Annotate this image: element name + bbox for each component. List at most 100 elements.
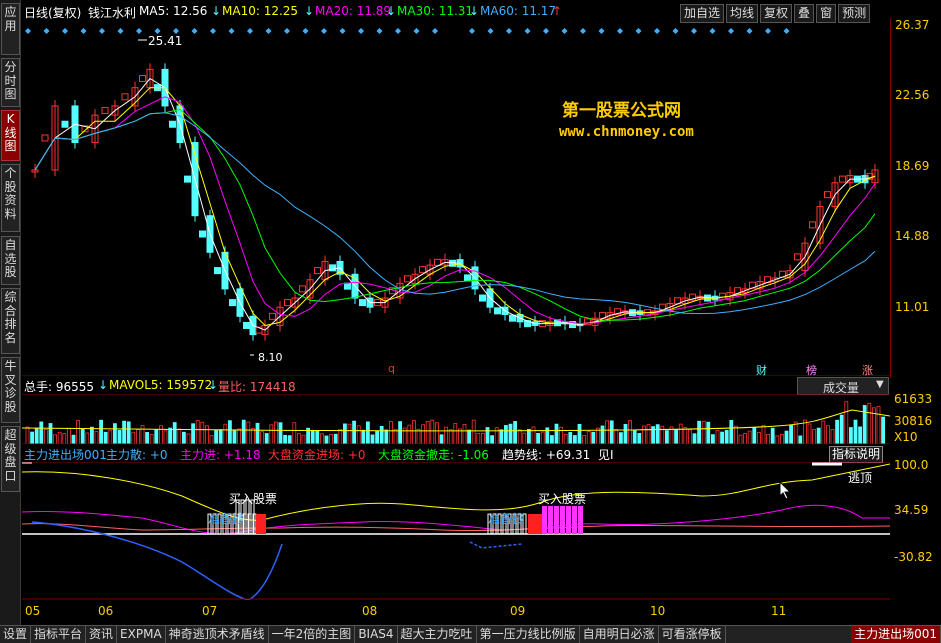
- volume-bar: [591, 431, 596, 444]
- ma30-arrow-icon: ↓: [469, 4, 480, 18]
- left-tab-0[interactable]: 应用: [1, 3, 20, 55]
- bottom-tab-5[interactable]: 一年2倍的主图: [269, 626, 356, 643]
- volume-bar: [204, 425, 209, 444]
- price-tick: 22.56: [895, 88, 930, 102]
- candle: [214, 267, 221, 275]
- bottom-tab-11[interactable]: 主力进出场001: [851, 626, 941, 643]
- volume-bar: [803, 419, 807, 444]
- volume-bar: [287, 435, 292, 444]
- bottom-tab-3[interactable]: EXPMA: [117, 626, 166, 643]
- volume-bar: [619, 432, 623, 444]
- volume-bar: [333, 433, 338, 444]
- volume-bar: [361, 429, 366, 444]
- trend-line: [22, 463, 890, 521]
- volume-bar: [720, 431, 724, 444]
- volume-bar: [683, 427, 688, 444]
- event-diamond-icon: [635, 28, 642, 34]
- volume-bar: [517, 429, 522, 444]
- bottom-tab-6[interactable]: BIAS4: [355, 626, 398, 643]
- left-tab-3[interactable]: 个股资料: [1, 164, 20, 232]
- volume-bar: [375, 430, 380, 444]
- marker-rise[interactable]: 涨: [862, 362, 873, 378]
- volume-bar: [131, 431, 136, 444]
- marker-finance[interactable]: 财: [756, 362, 767, 378]
- volume-bar: [227, 420, 232, 444]
- left-tab-4[interactable]: 自选股: [1, 236, 20, 285]
- volume-bar: [646, 424, 651, 444]
- left-tab-5[interactable]: 综合排名: [1, 288, 20, 354]
- volume-bar: [172, 422, 177, 444]
- volume-bar: [39, 421, 44, 444]
- event-diamond-icon: [487, 28, 494, 34]
- volume-selector[interactable]: 成交量 ▼: [797, 377, 889, 395]
- bottom-tab-0[interactable]: 设置: [0, 626, 32, 643]
- candle: [169, 120, 176, 128]
- bottom-tab-8[interactable]: 第一压力线比例版: [477, 626, 580, 643]
- ma30-value: MA30: 11.31: [397, 4, 474, 18]
- volume-bar: [729, 419, 734, 444]
- volume-bar: [876, 406, 881, 444]
- volume-bar: [660, 425, 665, 444]
- marker-rank[interactable]: 榜: [806, 362, 817, 378]
- volume-bar: [200, 421, 205, 444]
- volume-bar: [232, 429, 237, 444]
- volume-bar: [568, 432, 573, 444]
- bottom-tab-4[interactable]: 神奇逃顶术矛盾线: [166, 626, 269, 643]
- candle: [464, 274, 471, 282]
- candle: [121, 93, 129, 101]
- event-diamond-icon: [339, 28, 346, 34]
- date-tick: 08: [362, 604, 378, 618]
- volume-bar: [867, 402, 872, 444]
- volume-bar: [793, 421, 798, 444]
- marker-q[interactable]: q: [388, 362, 395, 375]
- left-tab-6[interactable]: 牛叉诊股: [1, 357, 20, 423]
- volume-bar: [283, 435, 288, 444]
- volume-chart[interactable]: [22, 394, 890, 444]
- volume-bar: [181, 431, 186, 444]
- ma5-value: MA5: 12.56: [139, 4, 208, 18]
- volume-bar: [586, 431, 591, 444]
- indicator-tick: 34.59: [894, 503, 929, 517]
- kline-price-chart[interactable]: [22, 20, 890, 376]
- volume-bar: [30, 431, 35, 444]
- bottom-tab-7[interactable]: 超大主力吃吐: [398, 626, 477, 643]
- candle: [243, 321, 250, 329]
- event-diamond-icon: [580, 28, 586, 34]
- indicator-explain-button[interactable]: 指标说明: [829, 446, 883, 463]
- candle: [359, 299, 366, 307]
- event-diamond-icon: [284, 28, 290, 34]
- bottom-tab-1[interactable]: 指标平台: [31, 626, 87, 643]
- event-diamond-icon: [709, 28, 716, 34]
- volume-bar: [637, 433, 642, 444]
- volume-bar: [734, 425, 738, 444]
- volume-bar: [90, 426, 94, 444]
- left-tab-1[interactable]: 分时图: [1, 58, 20, 107]
- bottom-tab-bar: 设置 指标平台 资讯 EXPMA 神奇逃顶术矛盾线 一年2倍的主图 BIAS4 超大主力吃吐第…: [0, 625, 941, 643]
- volume-bar: [246, 421, 251, 444]
- indicator-chart[interactable]: [22, 462, 890, 600]
- volume-bar: [315, 430, 320, 444]
- volume-bar: [398, 421, 403, 444]
- volume-bar: [711, 434, 715, 444]
- volume-bar: [53, 434, 58, 444]
- dapan-san-value: 大盘资金撤走: -1.06: [378, 448, 489, 462]
- volume-bar: [113, 423, 117, 444]
- left-tab-2[interactable]: K线图: [1, 110, 20, 161]
- ma60-arrow-icon: ↑: [552, 4, 563, 18]
- volume-bar: [278, 422, 283, 444]
- bottom-tab-10[interactable]: 可看涨停板: [659, 626, 726, 643]
- event-diamond-icon: [617, 28, 623, 34]
- candle: [184, 175, 191, 183]
- watermark-site-name: 第一股票公式网: [562, 101, 681, 121]
- date-axis: 05 06 07 08 09 10 11: [22, 604, 890, 618]
- volume-bar: [775, 435, 780, 444]
- event-diamond-icon: [506, 28, 512, 34]
- left-tab-7[interactable]: 超级盘口: [1, 426, 20, 492]
- indicator-tail: 见I: [598, 448, 614, 462]
- bottom-tab-2[interactable]: 资讯: [86, 626, 118, 643]
- volume-bar: [191, 423, 196, 444]
- volume-bar: [384, 429, 389, 444]
- indicator-name: 主力进出场001: [24, 448, 107, 462]
- volume-bar: [784, 430, 789, 444]
- bottom-tab-9[interactable]: 自用明日必涨: [580, 626, 659, 643]
